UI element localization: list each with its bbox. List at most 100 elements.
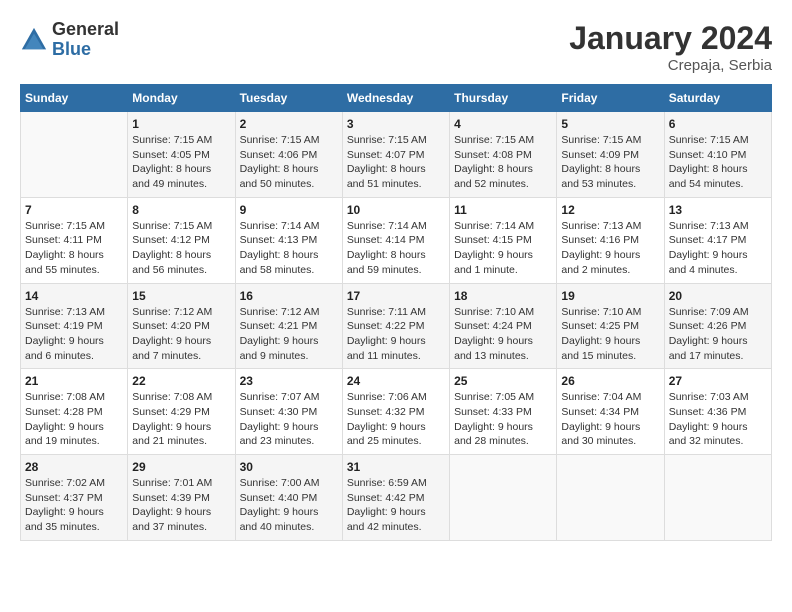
calendar-table: SundayMondayTuesdayWednesdayThursdayFrid… bbox=[20, 84, 772, 541]
calendar-day-cell: 10 Sunrise: 7:14 AMSunset: 4:14 PMDayligh… bbox=[342, 197, 449, 283]
day-info: Sunrise: 7:15 AMSunset: 4:07 PMDaylight:… bbox=[347, 133, 445, 192]
day-info: Sunrise: 7:00 AMSunset: 4:40 PMDaylight:… bbox=[240, 476, 338, 535]
day-number: 8 bbox=[132, 203, 230, 217]
day-number: 9 bbox=[240, 203, 338, 217]
calendar-day-cell: 4 Sunrise: 7:15 AMSunset: 4:08 PMDaylight… bbox=[450, 112, 557, 198]
calendar-week-row: 1Sunrise: 7:15 AMSunset: 4:05 PMDaylight… bbox=[21, 112, 772, 198]
day-number: 3 bbox=[347, 117, 445, 131]
day-number: 15 bbox=[132, 289, 230, 303]
day-info: Sunrise: 7:13 AMSunset: 4:17 PMDaylight:… bbox=[669, 219, 767, 278]
calendar-week-row: 21Sunrise: 7:08 AMSunset: 4:28 PMDayligh… bbox=[21, 369, 772, 455]
header-cell-friday: Friday bbox=[557, 85, 664, 112]
day-number: 29 bbox=[132, 460, 230, 474]
calendar-day-cell: 15 Sunrise: 7:12 AMSunset: 4:20 PMDayligh… bbox=[128, 283, 235, 369]
header-cell-monday: Monday bbox=[128, 85, 235, 112]
day-number: 12 bbox=[561, 203, 659, 217]
day-number: 22 bbox=[132, 374, 230, 388]
calendar-day-cell: 14Sunrise: 7:13 AMSunset: 4:19 PMDayligh… bbox=[21, 283, 128, 369]
calendar-day-cell: 31Sunrise: 6:59 AMSunset: 4:42 PMDayligh… bbox=[342, 455, 449, 541]
calendar-day-cell bbox=[21, 112, 128, 198]
day-number: 28 bbox=[25, 460, 123, 474]
day-number: 1 bbox=[132, 117, 230, 131]
calendar-day-cell: 19 Sunrise: 7:10 AMSunset: 4:25 PMDayligh… bbox=[557, 283, 664, 369]
calendar-day-cell: 16 Sunrise: 7:12 AMSunset: 4:21 PMDayligh… bbox=[235, 283, 342, 369]
day-number: 17 bbox=[347, 289, 445, 303]
day-info: Sunrise: 7:12 AMSunset: 4:20 PMDaylight:… bbox=[132, 305, 230, 364]
day-info: Sunrise: 7:02 AMSunset: 4:37 PMDaylight:… bbox=[25, 476, 123, 535]
calendar-day-cell: 17 Sunrise: 7:11 AMSunset: 4:22 PMDayligh… bbox=[342, 283, 449, 369]
day-info: Sunrise: 7:14 AMSunset: 4:15 PMDaylight:… bbox=[454, 219, 552, 278]
day-number: 13 bbox=[669, 203, 767, 217]
logo-icon bbox=[20, 26, 48, 54]
day-info: Sunrise: 7:15 AMSunset: 4:12 PMDaylight:… bbox=[132, 219, 230, 278]
calendar-day-cell: 26Sunrise: 7:04 AMSunset: 4:34 PMDayligh… bbox=[557, 369, 664, 455]
calendar-day-cell bbox=[450, 455, 557, 541]
calendar-day-cell: 30 Sunrise: 7:00 AMSunset: 4:40 PMDayligh… bbox=[235, 455, 342, 541]
day-info: Sunrise: 7:06 AMSunset: 4:32 PMDaylight:… bbox=[347, 390, 445, 449]
day-number: 23 bbox=[240, 374, 338, 388]
header-cell-wednesday: Wednesday bbox=[342, 85, 449, 112]
calendar-day-cell: 25Sunrise: 7:05 AMSunset: 4:33 PMDayligh… bbox=[450, 369, 557, 455]
header-cell-tuesday: Tuesday bbox=[235, 85, 342, 112]
calendar-header: SundayMondayTuesdayWednesdayThursdayFrid… bbox=[21, 85, 772, 112]
calendar-day-cell: 23 Sunrise: 7:07 AMSunset: 4:30 PMDayligh… bbox=[235, 369, 342, 455]
day-info: Sunrise: 7:10 AMSunset: 4:24 PMDaylight:… bbox=[454, 305, 552, 364]
calendar-day-cell: 20 Sunrise: 7:09 AMSunset: 4:26 PMDayligh… bbox=[664, 283, 771, 369]
day-info: Sunrise: 7:12 AMSunset: 4:21 PMDaylight:… bbox=[240, 305, 338, 364]
day-info: Sunrise: 7:07 AMSunset: 4:30 PMDaylight:… bbox=[240, 390, 338, 449]
calendar-day-cell: 11 Sunrise: 7:14 AMSunset: 4:15 PMDayligh… bbox=[450, 197, 557, 283]
calendar-day-cell: 18Sunrise: 7:10 AMSunset: 4:24 PMDayligh… bbox=[450, 283, 557, 369]
day-number: 6 bbox=[669, 117, 767, 131]
day-info: Sunrise: 7:15 AMSunset: 4:06 PMDaylight:… bbox=[240, 133, 338, 192]
location-subtitle: Crepaja, Serbia bbox=[569, 57, 772, 74]
calendar-day-cell: 13 Sunrise: 7:13 AMSunset: 4:17 PMDayligh… bbox=[664, 197, 771, 283]
month-year-title: January 2024 bbox=[569, 20, 772, 57]
day-number: 7 bbox=[25, 203, 123, 217]
calendar-week-row: 28 Sunrise: 7:02 AMSunset: 4:37 PMDayligh… bbox=[21, 455, 772, 541]
title-block: January 2024 Crepaja, Serbia bbox=[569, 20, 772, 74]
day-number: 4 bbox=[454, 117, 552, 131]
day-number: 20 bbox=[669, 289, 767, 303]
day-info: Sunrise: 7:14 AMSunset: 4:13 PMDaylight:… bbox=[240, 219, 338, 278]
day-number: 2 bbox=[240, 117, 338, 131]
day-number: 21 bbox=[25, 374, 123, 388]
day-number: 10 bbox=[347, 203, 445, 217]
calendar-week-row: 14Sunrise: 7:13 AMSunset: 4:19 PMDayligh… bbox=[21, 283, 772, 369]
calendar-day-cell bbox=[664, 455, 771, 541]
day-number: 19 bbox=[561, 289, 659, 303]
calendar-day-cell: 5 Sunrise: 7:15 AMSunset: 4:09 PMDaylight… bbox=[557, 112, 664, 198]
header-cell-thursday: Thursday bbox=[450, 85, 557, 112]
header-cell-saturday: Saturday bbox=[664, 85, 771, 112]
logo: General Blue bbox=[20, 20, 119, 60]
day-info: Sunrise: 6:59 AMSunset: 4:42 PMDaylight:… bbox=[347, 476, 445, 535]
calendar-day-cell: 29Sunrise: 7:01 AMSunset: 4:39 PMDayligh… bbox=[128, 455, 235, 541]
day-number: 16 bbox=[240, 289, 338, 303]
logo-general-text: General bbox=[52, 20, 119, 40]
calendar-day-cell: 3 Sunrise: 7:15 AMSunset: 4:07 PMDaylight… bbox=[342, 112, 449, 198]
day-number: 11 bbox=[454, 203, 552, 217]
calendar-day-cell: 12Sunrise: 7:13 AMSunset: 4:16 PMDayligh… bbox=[557, 197, 664, 283]
day-info: Sunrise: 7:15 AMSunset: 4:08 PMDaylight:… bbox=[454, 133, 552, 192]
day-info: Sunrise: 7:15 AMSunset: 4:10 PMDaylight:… bbox=[669, 133, 767, 192]
calendar-day-cell: 6 Sunrise: 7:15 AMSunset: 4:10 PMDaylight… bbox=[664, 112, 771, 198]
calendar-day-cell: 24 Sunrise: 7:06 AMSunset: 4:32 PMDayligh… bbox=[342, 369, 449, 455]
day-number: 5 bbox=[561, 117, 659, 131]
calendar-day-cell: 27Sunrise: 7:03 AMSunset: 4:36 PMDayligh… bbox=[664, 369, 771, 455]
day-info: Sunrise: 7:03 AMSunset: 4:36 PMDaylight:… bbox=[669, 390, 767, 449]
day-info: Sunrise: 7:11 AMSunset: 4:22 PMDaylight:… bbox=[347, 305, 445, 364]
day-number: 24 bbox=[347, 374, 445, 388]
day-info: Sunrise: 7:04 AMSunset: 4:34 PMDaylight:… bbox=[561, 390, 659, 449]
calendar-day-cell: 22 Sunrise: 7:08 AMSunset: 4:29 PMDayligh… bbox=[128, 369, 235, 455]
day-info: Sunrise: 7:10 AMSunset: 4:25 PMDaylight:… bbox=[561, 305, 659, 364]
page-header: General Blue January 2024 Crepaja, Serbi… bbox=[20, 20, 772, 74]
calendar-day-cell: 7 Sunrise: 7:15 AMSunset: 4:11 PMDaylight… bbox=[21, 197, 128, 283]
day-info: Sunrise: 7:14 AMSunset: 4:14 PMDaylight:… bbox=[347, 219, 445, 278]
day-info: Sunrise: 7:08 AMSunset: 4:29 PMDaylight:… bbox=[132, 390, 230, 449]
day-number: 30 bbox=[240, 460, 338, 474]
day-info: Sunrise: 7:15 AMSunset: 4:09 PMDaylight:… bbox=[561, 133, 659, 192]
calendar-day-cell: 9 Sunrise: 7:14 AMSunset: 4:13 PMDaylight… bbox=[235, 197, 342, 283]
day-number: 25 bbox=[454, 374, 552, 388]
day-info: Sunrise: 7:09 AMSunset: 4:26 PMDaylight:… bbox=[669, 305, 767, 364]
day-info: Sunrise: 7:15 AMSunset: 4:11 PMDaylight:… bbox=[25, 219, 123, 278]
calendar-body: 1Sunrise: 7:15 AMSunset: 4:05 PMDaylight… bbox=[21, 112, 772, 541]
